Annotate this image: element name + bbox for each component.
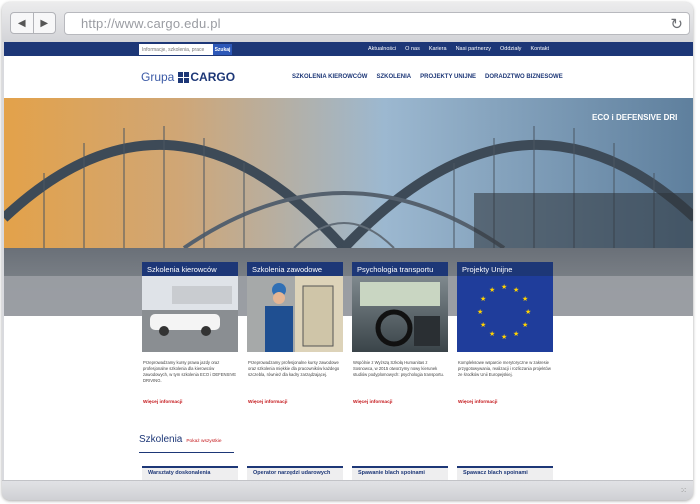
card-image-simulator[interactable] — [352, 276, 448, 352]
back-arrow-icon[interactable]: ◀ — [11, 13, 34, 33]
card-more-link[interactable]: Więcej informacji — [247, 400, 287, 405]
resize-grip-icon[interactable]: ⁙ — [680, 486, 688, 495]
card-image-car[interactable] — [142, 276, 238, 352]
main-nav: SZKOLENIA KIEROWCÓW SZKOLENIA PROJEKTY U… — [292, 74, 572, 80]
search-input[interactable] — [139, 44, 213, 55]
top-nav-kontakt[interactable]: Kontakt — [530, 46, 549, 52]
top-nav-aktualnosci[interactable]: Aktualności — [368, 46, 396, 52]
browser-window: ◀ ▶ http://www.cargo.edu.pl ↻ Szukaj Akt… — [2, 2, 693, 500]
top-nav: Aktualności O nas Kariera Nasi partnerzy… — [368, 46, 558, 52]
card-title[interactable]: Projekty Unijne — [457, 262, 553, 276]
card-more-link[interactable]: Więcej informacji — [457, 400, 497, 405]
eu-flag-icon[interactable]: ★ ★ ★ ★ ★ ★ ★ ★ ★ ★ ★ ★ — [457, 276, 553, 352]
card-text: Kompleksowe wsparcie merytoryczne w zakr… — [458, 360, 551, 377]
url-text[interactable]: http://www.cargo.edu.pl — [81, 16, 221, 31]
page-viewport: Szukaj Aktualności O nas Kariera Nasi pa… — [4, 42, 693, 480]
card-projekty-unijne: Projekty Unijne ★ ★ ★ ★ ★ ★ ★ ★ ★ ★ ★ ★ … — [457, 262, 553, 408]
card-text: Przeprowadzamy profesjonalne kursy zawod… — [248, 360, 340, 377]
card-title[interactable]: Psychologia transportu — [352, 262, 448, 276]
reload-icon[interactable]: ↻ — [670, 15, 683, 33]
browser-toolbar: ◀ ▶ http://www.cargo.edu.pl ↻ — [2, 2, 693, 42]
training-tiles: Warsztaty doskonalenia Operator narzędzi… — [142, 466, 553, 480]
forward-arrow-icon[interactable]: ▶ — [34, 13, 56, 33]
history-buttons: ◀ ▶ — [10, 12, 56, 34]
site-logo[interactable]: Grupa CARGO — [141, 70, 235, 84]
nav-doradztwo[interactable]: DORADZTWO BIZNESOWE — [485, 74, 563, 80]
card-text: Przeprowadzamy kursy prawa jazdy oraz pr… — [143, 360, 237, 383]
show-all-link[interactable]: Pokaż wszystkie — [186, 439, 221, 444]
card-title[interactable]: Szkolenia zawodowe — [247, 262, 343, 276]
nav-szkolenia-kierowcow[interactable]: SZKOLENIA KIEROWCÓW — [292, 74, 367, 80]
browser-status-bar: ⁙ — [2, 480, 693, 500]
card-more-link[interactable]: Więcej informacji — [352, 400, 392, 405]
feature-cards: Szkolenia kierowców Przeprowadzamy kursy… — [142, 262, 553, 408]
hero-title: ECO i DEFENSIVE DRI — [592, 113, 678, 122]
top-nav-o-nas[interactable]: O nas — [405, 46, 420, 52]
top-bar: Szukaj Aktualności O nas Kariera Nasi pa… — [4, 42, 693, 56]
nav-projekty-unijne[interactable]: PROJEKTY UNIJNE — [420, 74, 476, 80]
card-text: Wspólnie z Wyższą Szkołą Humanitas z Sos… — [353, 360, 445, 377]
card-image-worker[interactable] — [247, 276, 343, 352]
trainings-header: Szkolenia Pokaż wszystkie — [139, 434, 222, 445]
card-more-link[interactable]: Więcej informacji — [142, 400, 182, 405]
nav-szkolenia[interactable]: SZKOLENIA — [376, 74, 411, 80]
top-nav-oddzialy[interactable]: Oddziały — [500, 46, 521, 52]
training-tile[interactable]: Operator narzędzi udarowych — [247, 466, 343, 480]
training-tile[interactable]: Spawacz blach spoinami — [457, 466, 553, 480]
training-tile[interactable]: Spawanie blach spoinami — [352, 466, 448, 480]
logo-prefix: Grupa — [141, 70, 175, 84]
trainings-divider — [139, 452, 234, 453]
top-nav-partnerzy[interactable]: Nasi partnerzy — [456, 46, 491, 52]
training-tile[interactable]: Warsztaty doskonalenia — [142, 466, 238, 480]
trainings-heading: Szkolenia — [139, 434, 183, 445]
address-bar[interactable]: http://www.cargo.edu.pl ↻ — [64, 12, 690, 35]
logo-mark-icon — [178, 71, 190, 83]
search-form: Szukaj — [139, 44, 232, 55]
search-button[interactable]: Szukaj — [213, 44, 232, 55]
card-szkolenia-kierowcow: Szkolenia kierowców Przeprowadzamy kursy… — [142, 262, 238, 408]
card-szkolenia-zawodowe: Szkolenia zawodowe Przeprowadzamy profes… — [247, 262, 343, 408]
logo-name: CARGO — [190, 70, 236, 84]
card-psychologia-transportu: Psychologia transportu Wspólnie z Wyższą… — [352, 262, 448, 408]
card-title[interactable]: Szkolenia kierowców — [142, 262, 238, 276]
top-nav-kariera[interactable]: Kariera — [429, 46, 447, 52]
